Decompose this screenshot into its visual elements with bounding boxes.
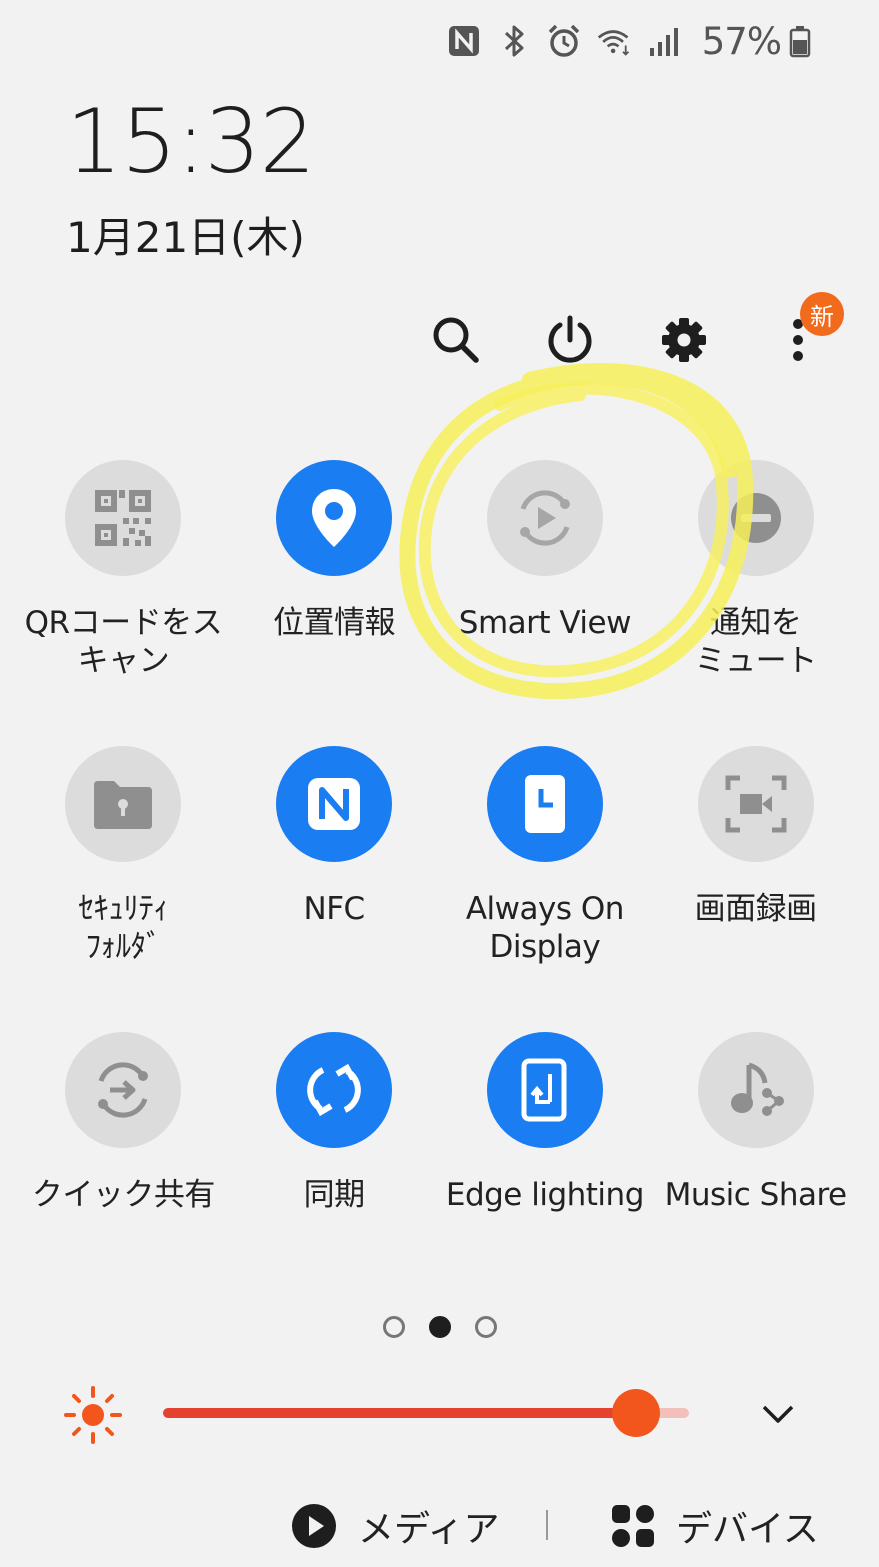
- page-dot[interactable]: [382, 1316, 405, 1338]
- quick-settings-grid: QRコードをス キャン 位置情報 Smart View 通知を ミュート ｾｷｭ…: [18, 460, 861, 1318]
- tile-location[interactable]: 位置情報: [229, 460, 440, 746]
- smart-view-icon: [519, 490, 570, 546]
- clock-date: 1月21日(木): [66, 213, 305, 262]
- devices-button[interactable]: デバイス: [610, 1496, 819, 1556]
- power-button[interactable]: [538, 308, 602, 372]
- brightness-slider-thumb[interactable]: [612, 1389, 660, 1437]
- location-icon: [312, 489, 357, 547]
- devices-label: デバイス: [676, 1509, 819, 1550]
- media-button[interactable]: メディア: [290, 1496, 499, 1556]
- tile-label: 同期: [303, 1177, 366, 1213]
- tile-location-toggle[interactable]: [276, 460, 393, 576]
- tile-screen-recorder-toggle[interactable]: [697, 746, 814, 862]
- tile-aod-toggle[interactable]: [486, 746, 603, 862]
- tile-sync-toggle[interactable]: [276, 1032, 393, 1148]
- tile-label: NFC: [303, 891, 366, 927]
- edge-lighting-icon: [521, 1058, 567, 1122]
- media-label: メディア: [358, 1509, 500, 1550]
- always-on-display-icon: [524, 775, 565, 833]
- qr-code-icon: [95, 490, 152, 546]
- page-indicator: [0, 1316, 879, 1338]
- chevron-down-icon: [762, 1405, 794, 1423]
- tile-nfc[interactable]: NFC: [229, 746, 440, 1032]
- tile-label: 通知を ミュート: [694, 605, 818, 679]
- tile-nfc-toggle[interactable]: [276, 746, 393, 862]
- devices-grid-icon: [612, 1505, 654, 1547]
- tile-label: Music Share: [664, 1177, 848, 1213]
- tile-label: Always On Display: [465, 891, 625, 965]
- alarm-icon: [546, 23, 582, 59]
- search-icon: [433, 317, 479, 363]
- tile-sync[interactable]: 同期: [229, 1032, 440, 1318]
- battery-icon: [787, 23, 813, 59]
- music-share-icon: [730, 1062, 784, 1116]
- sync-icon: [307, 1063, 361, 1117]
- mute-icon: [730, 493, 781, 543]
- bottom-bar: メディア デバイス: [0, 1496, 879, 1556]
- tile-edge-lighting[interactable]: Edge lighting: [440, 1032, 651, 1318]
- status-bar: 57%: [446, 18, 813, 64]
- expand-button[interactable]: [750, 1388, 806, 1440]
- new-badge: 新: [800, 292, 844, 336]
- play-icon: [292, 1504, 336, 1548]
- tile-mute-notifications[interactable]: 通知を ミュート: [650, 460, 861, 746]
- tile-screen-recorder[interactable]: 画面録画: [650, 746, 861, 1032]
- signal-icon: [646, 23, 682, 59]
- tile-edge-lighting-toggle[interactable]: [486, 1032, 603, 1148]
- tile-mute-toggle[interactable]: [697, 460, 814, 576]
- tile-label: 画面録画: [694, 891, 818, 927]
- tile-always-on-display[interactable]: Always On Display: [440, 746, 651, 1032]
- panel-actions: [0, 308, 879, 372]
- tile-label: Smart View: [458, 605, 632, 641]
- tile-qr-scan[interactable]: QRコードをス キャン: [18, 460, 229, 746]
- tile-label: QRコードをス キャン: [24, 605, 223, 679]
- search-button[interactable]: [424, 308, 488, 372]
- wifi-icon: [596, 23, 632, 59]
- screen-record-icon: [725, 775, 787, 833]
- bottom-divider: [546, 1510, 548, 1540]
- quick-share-icon: [98, 1062, 149, 1118]
- nfc-icon: [308, 778, 361, 830]
- tile-label: クイック共有: [31, 1177, 216, 1213]
- battery-percent: 57%: [701, 19, 782, 63]
- tile-secure-folder[interactable]: ｾｷｭﾘﾃｨ ﾌｫﾙﾀﾞ: [18, 746, 229, 1032]
- power-icon: [548, 315, 592, 363]
- settings-icon: [662, 318, 706, 362]
- tile-label: ｾｷｭﾘﾃｨ ﾌｫﾙﾀﾞ: [78, 891, 169, 965]
- tile-qr-scan-toggle[interactable]: [65, 460, 182, 576]
- tile-smart-view-toggle[interactable]: [486, 460, 603, 576]
- tile-smart-view[interactable]: Smart View: [440, 460, 651, 746]
- tile-secure-folder-toggle[interactable]: [65, 746, 182, 862]
- settings-button[interactable]: [652, 308, 716, 372]
- tile-music-share[interactable]: Music Share: [650, 1032, 861, 1318]
- tile-music-share-toggle[interactable]: [697, 1032, 814, 1148]
- brightness-control: [0, 1380, 879, 1444]
- bluetooth-icon: [496, 23, 532, 59]
- brightness-sun-icon: [64, 1386, 122, 1444]
- clock-time: 15:32: [66, 90, 316, 193]
- page-dot[interactable]: [474, 1316, 497, 1338]
- page-dot-active[interactable]: [428, 1316, 451, 1338]
- brightness-slider[interactable]: [163, 1389, 689, 1437]
- secure-folder-icon: [94, 781, 153, 829]
- tile-quick-share-toggle[interactable]: [65, 1032, 182, 1148]
- brightness-slider-fill: [163, 1408, 636, 1418]
- nfc-icon: [446, 23, 482, 59]
- tile-quick-share[interactable]: クイック共有: [18, 1032, 229, 1318]
- tile-label: 位置情報: [273, 605, 396, 641]
- tile-label: Edge lighting: [445, 1177, 645, 1213]
